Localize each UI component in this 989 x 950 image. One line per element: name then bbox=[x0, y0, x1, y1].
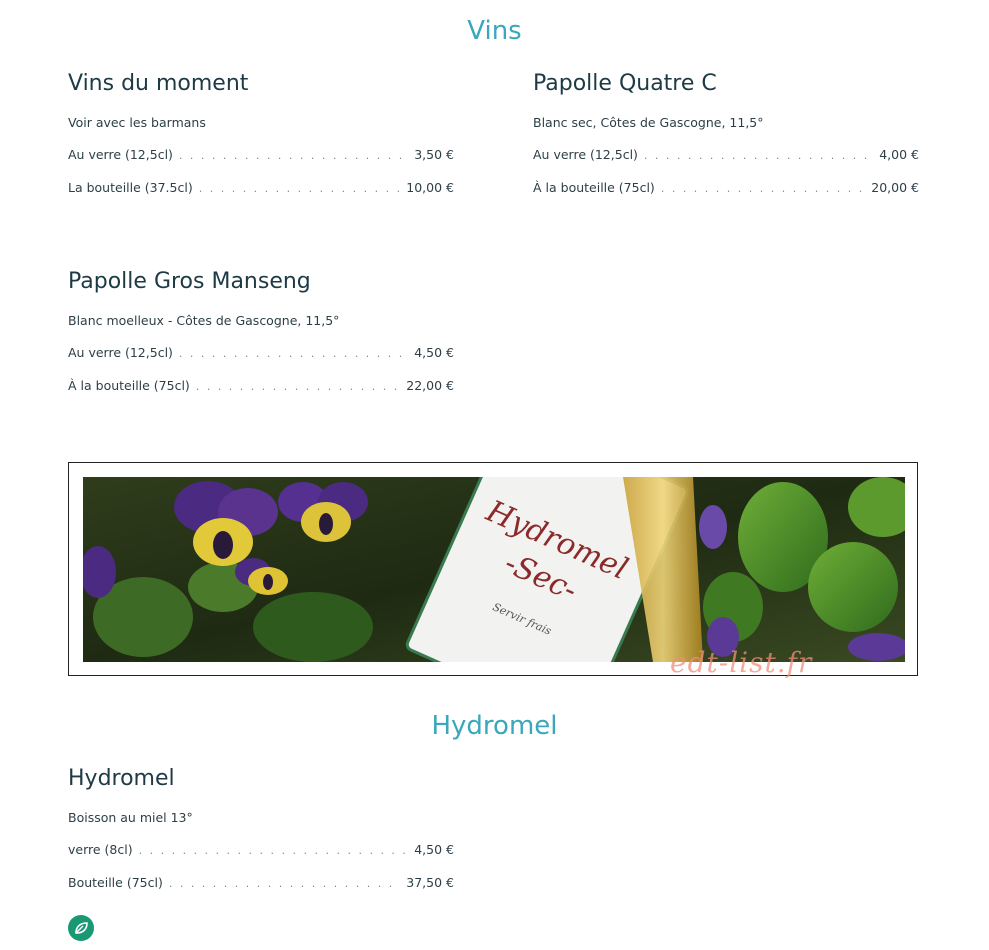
section-title-hydromel: Hydromel bbox=[431, 711, 558, 741]
price-row: À la bouteille (75cl) 22,00 € bbox=[68, 377, 454, 410]
item-name: Papolle Gros Manseng bbox=[68, 269, 311, 294]
item-name: Hydromel bbox=[68, 766, 175, 791]
hydromel-photo: Hydromel -Sec- Servir frais bbox=[83, 477, 905, 662]
price-list: Au verre (12,5cl) 4,50 € À la bouteille … bbox=[68, 344, 454, 410]
price-value: 4,50 € bbox=[414, 345, 454, 360]
dot-leader bbox=[199, 180, 401, 198]
price-row: Bouteille (75cl) 37,50 € bbox=[68, 874, 454, 907]
dot-leader bbox=[179, 345, 408, 363]
item-description: Boisson au miel 13° bbox=[68, 810, 193, 825]
section-title-vins: Vins bbox=[467, 16, 522, 46]
dot-leader bbox=[179, 147, 408, 165]
price-value: 10,00 € bbox=[406, 180, 454, 195]
price-label: verre (8cl) bbox=[68, 842, 133, 857]
price-label: À la bouteille (75cl) bbox=[533, 180, 655, 195]
dot-leader bbox=[196, 378, 400, 396]
price-row: La bouteille (37.5cl) 10,00 € bbox=[68, 179, 454, 212]
price-list: Au verre (12,5cl) 4,00 € À la bouteille … bbox=[533, 146, 919, 212]
item-description: Voir avec les barmans bbox=[68, 115, 206, 130]
price-label: La bouteille (37.5cl) bbox=[68, 180, 193, 195]
menu-item-papolle-quatre-c: Papolle Quatre C Blanc sec, Côtes de Gas… bbox=[533, 69, 919, 212]
price-label: À la bouteille (75cl) bbox=[68, 378, 190, 393]
price-label: Bouteille (75cl) bbox=[68, 875, 163, 890]
price-list: Au verre (12,5cl) 3,50 € La bouteille (3… bbox=[68, 146, 454, 212]
leaf-icon-glyph bbox=[75, 922, 88, 934]
menu-item-papolle-gros-manseng: Papolle Gros Manseng Blanc moelleux - Cô… bbox=[68, 267, 454, 410]
price-row: À la bouteille (75cl) 20,00 € bbox=[533, 179, 919, 212]
hydromel-banner: Hydromel -Sec- Servir frais bbox=[68, 462, 918, 676]
price-label: Au verre (12,5cl) bbox=[68, 147, 173, 162]
price-list: verre (8cl) 4,50 € Bouteille (75cl) 37,5… bbox=[68, 841, 454, 907]
price-row: verre (8cl) 4,50 € bbox=[68, 841, 454, 874]
price-label: Au verre (12,5cl) bbox=[68, 345, 173, 360]
price-value: 20,00 € bbox=[871, 180, 919, 195]
price-value: 4,50 € bbox=[414, 842, 454, 857]
dot-leader bbox=[644, 147, 873, 165]
item-name: Papolle Quatre C bbox=[533, 71, 717, 96]
menu-item-hydromel: Hydromel Boisson au miel 13° verre (8cl)… bbox=[68, 764, 454, 907]
photo-illustration: Hydromel -Sec- Servir frais bbox=[83, 477, 905, 662]
price-value: 3,50 € bbox=[414, 147, 454, 162]
dot-leader bbox=[661, 180, 865, 198]
leaf-icon[interactable] bbox=[68, 915, 94, 941]
price-row: Au verre (12,5cl) 4,00 € bbox=[533, 146, 919, 179]
price-value: 37,50 € bbox=[406, 875, 454, 890]
price-value: 4,00 € bbox=[879, 147, 919, 162]
item-description: Blanc moelleux - Côtes de Gascogne, 11,5… bbox=[68, 313, 340, 328]
watermark: edt-list.fr bbox=[670, 646, 813, 679]
price-row: Au verre (12,5cl) 3,50 € bbox=[68, 146, 454, 179]
price-row: Au verre (12,5cl) 4,50 € bbox=[68, 344, 454, 377]
item-description: Blanc sec, Côtes de Gascogne, 11,5° bbox=[533, 115, 764, 130]
dot-leader bbox=[169, 875, 400, 893]
price-value: 22,00 € bbox=[406, 378, 454, 393]
menu-item-vins-du-moment: Vins du moment Voir avec les barmans Au … bbox=[68, 69, 454, 212]
dot-leader bbox=[139, 842, 409, 860]
item-name: Vins du moment bbox=[68, 71, 249, 96]
price-label: Au verre (12,5cl) bbox=[533, 147, 638, 162]
